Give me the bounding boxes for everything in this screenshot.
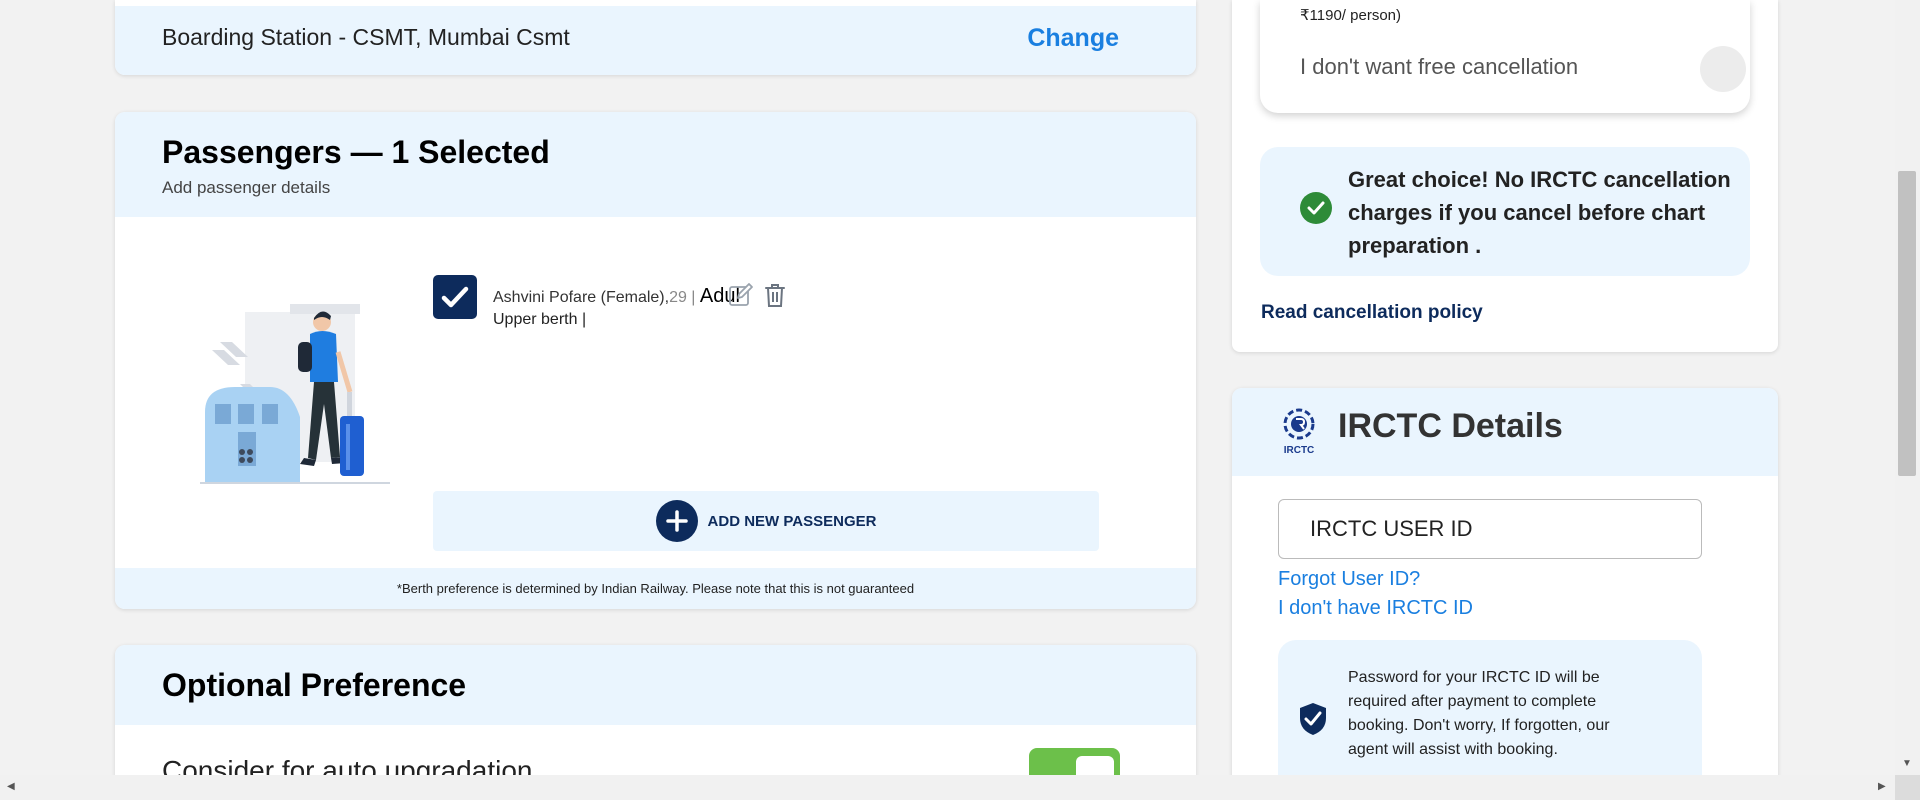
passenger-name-gender: Ashvini Pofare (Female),	[493, 289, 670, 306]
no-irctc-id-link[interactable]: I don't have IRCTC ID	[1278, 597, 1473, 620]
scroll-left-icon[interactable]: ◀	[7, 781, 15, 792]
plus-icon	[655, 500, 698, 542]
scroll-down-icon[interactable]: ▼	[1902, 758, 1912, 769]
scroll-right-icon[interactable]: ▶	[1878, 781, 1886, 792]
vertical-scroll-thumb[interactable]	[1898, 171, 1916, 476]
scrollbar-corner	[1895, 775, 1920, 800]
optional-header: Optional Preference	[115, 645, 1196, 725]
shield-check-icon	[1300, 703, 1326, 735]
cancellation-card: ₹1190/ person) I don't want free cancell…	[1232, 0, 1778, 352]
delete-icon[interactable]	[762, 282, 788, 308]
passengers-card: Passengers — 1 Selected Add passenger de…	[115, 112, 1196, 609]
no-cancellation-label: I don't want free cancellation	[1300, 54, 1579, 79]
svg-text:IRCTC: IRCTC	[1284, 445, 1315, 456]
passengers-subtitle: Add passenger details	[162, 178, 331, 197]
boarding-station-card: Boarding Station - CSMT, Mumbai Csmt Cha…	[115, 0, 1196, 75]
irctc-user-id-input[interactable]: IRCTC USER ID	[1278, 499, 1702, 559]
passenger-name: Ashvini Pofare (Female),29 | Adul	[493, 285, 740, 308]
great-choice-box: Great choice! No IRCTC cancellation char…	[1260, 147, 1750, 276]
password-note-text: Password for your IRCTC ID will be requi…	[1348, 669, 1610, 758]
irctc-logo-icon: IRCTC	[1283, 408, 1315, 456]
no-cancellation-radio[interactable]	[1700, 46, 1746, 92]
irctc-details-card: IRCTC IRCTC Details IRCTC USER ID Forgot…	[1232, 388, 1778, 800]
forgot-user-id-link[interactable]: Forgot User ID?	[1278, 568, 1420, 591]
irctc-header: IRCTC IRCTC Details	[1232, 388, 1778, 476]
berth-note: *Berth preference is determined by India…	[115, 568, 1196, 609]
horizontal-scrollbar[interactable]: ◀ ▶	[0, 775, 1895, 800]
irctc-title: IRCTC Details	[1338, 407, 1563, 445]
passenger-age: 29 |	[669, 289, 696, 306]
optional-title: Optional Preference	[162, 667, 467, 703]
passengers-title: Passengers — 1 Selected	[162, 134, 550, 170]
passengers-header: Passengers — 1 Selected Add passenger de…	[115, 112, 1196, 217]
success-check-icon	[1300, 192, 1332, 224]
great-choice-text: Great choice! No IRCTC cancellation char…	[1348, 167, 1731, 258]
read-cancellation-policy-link[interactable]: Read cancellation policy	[1261, 302, 1483, 324]
change-boarding-button[interactable]: Change	[1027, 24, 1119, 53]
vertical-scrollbar[interactable]: ▼	[1895, 0, 1920, 775]
add-new-passenger-button[interactable]: ADD NEW PASSENGER	[433, 491, 1099, 551]
add-new-passenger-label: ADD NEW PASSENGER	[707, 512, 877, 530]
cancellation-price: ₹1190/ person)	[1300, 7, 1401, 24]
passenger-berth: Upper berth |	[493, 311, 587, 328]
no-cancellation-option[interactable]: ₹1190/ person) I don't want free cancell…	[1260, 0, 1750, 113]
passenger-checkbox[interactable]	[433, 275, 477, 319]
traveller-illustration	[200, 304, 390, 484]
boarding-station-text: Boarding Station - CSMT, Mumbai Csmt	[162, 24, 570, 50]
edit-icon[interactable]	[728, 282, 754, 308]
checkmark-icon	[441, 286, 469, 308]
